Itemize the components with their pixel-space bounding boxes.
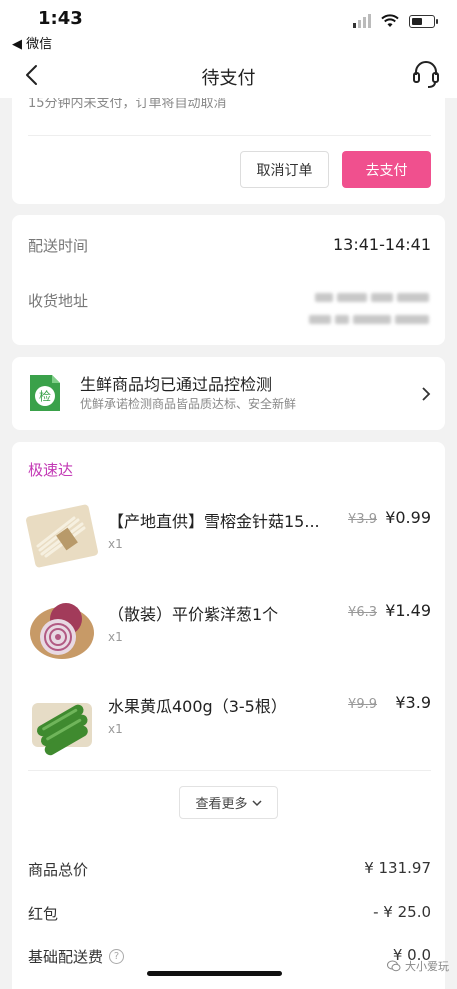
customer-service-icon[interactable] [411, 59, 441, 91]
summary-value: - ¥ 25.0 [373, 903, 431, 921]
summary-row-red-packet: 红包 - ¥ 25.0 [28, 903, 431, 925]
blurred-address [309, 291, 431, 331]
quality-title: 生鲜商品均已通过品控检测 [80, 375, 273, 394]
delivery-time-value: 13:41-14:41 [333, 235, 431, 254]
battery-icon [409, 14, 438, 28]
back-to-wechat-link[interactable]: ◀ 微信 [12, 33, 52, 52]
nav-bar: 待支付 [0, 54, 457, 98]
item-quantity: x1 [108, 537, 123, 551]
wechat-logo-icon [387, 960, 401, 972]
item-original-price: ¥9.9 [348, 697, 377, 712]
status-bar: 1:43 ◀ 微信 [0, 0, 457, 54]
list-item[interactable]: （散装）平价紫洋葱1个 x1 ¥6.3 ¥1.49 [12, 593, 445, 673]
chevron-right-icon [422, 387, 431, 401]
summary-row-delivery-fee: 基础配送费 ? ¥ 0.0 [28, 946, 431, 968]
delivery-time-label: 配送时间 [28, 237, 89, 255]
pay-button[interactable]: 去支付 [342, 151, 431, 188]
summary-label: 基础配送费 [28, 948, 104, 966]
watermark-text: 大小爱玩 [405, 960, 449, 973]
page-title: 待支付 [201, 68, 256, 89]
address-label: 收货地址 [28, 292, 89, 310]
cancel-order-button[interactable]: 取消订单 [240, 151, 329, 188]
item-name: （散装）平价紫洋葱1个 [108, 605, 279, 624]
wifi-icon [381, 14, 399, 27]
divider [28, 135, 431, 136]
enoki-mushroom-image [26, 504, 98, 568]
order-items-card: 极速达 【产地直供】雪榕金针菇15... x1 ¥3.9 ¥0.99 （散装）平… [12, 442, 445, 989]
view-more-button[interactable]: 查看更多 [179, 786, 278, 819]
divider [28, 770, 431, 771]
chevron-down-icon [251, 799, 262, 806]
status-time: 1:43 [38, 8, 83, 29]
order-action-card: 15分钟内未支付，订单将自动取消 取消订单 去支付 [12, 98, 445, 204]
quality-check-card[interactable]: 检 生鲜商品均已通过品控检测 优鲜承诺检测商品皆品质达标、安全新鲜 [12, 357, 445, 430]
summary-label: 商品总价 [28, 861, 89, 879]
summary-label: 红包 [28, 905, 59, 923]
red-onion-image [30, 603, 94, 659]
status-icons [353, 14, 438, 28]
item-name: 水果黄瓜400g（3-5根） [108, 697, 287, 716]
summary-row-subtotal: 商品总价 ¥ 131.97 [28, 859, 431, 881]
help-icon[interactable]: ? [109, 949, 125, 964]
quality-icon-text: 检 [39, 389, 51, 404]
cucumber-image [32, 703, 92, 756]
item-quantity: x1 [108, 722, 123, 736]
summary-label-wrap: 基础配送费 ? [28, 946, 125, 967]
item-original-price: ¥6.3 [348, 605, 377, 620]
item-original-price: ¥3.9 [348, 512, 377, 527]
watermark: 大小爱玩 [387, 958, 449, 974]
express-delivery-tag: 极速达 [28, 461, 74, 479]
item-price: ¥0.99 [385, 508, 431, 527]
summary-value: ¥ 131.97 [364, 859, 431, 877]
list-item[interactable]: 【产地直供】雪榕金针菇15... x1 ¥3.9 ¥0.99 [12, 500, 445, 580]
delivery-info-card: 配送时间 13:41-14:41 收货地址 [12, 215, 445, 345]
view-more-label: 查看更多 [195, 797, 248, 812]
list-item[interactable]: 水果黄瓜400g（3-5根） x1 ¥9.9 ¥3.9 [12, 685, 445, 765]
quality-check-icon: 检 [30, 375, 60, 411]
item-price: ¥3.9 [395, 693, 431, 712]
home-indicator [147, 971, 282, 976]
item-name: 【产地直供】雪榕金针菇15... [108, 512, 320, 531]
signal-icon [353, 14, 371, 28]
quality-subtitle: 优鲜承诺检测商品皆品质达标、安全新鲜 [80, 397, 297, 411]
item-price: ¥1.49 [385, 601, 431, 620]
payment-timeout-notice: 15分钟内未支付，订单将自动取消 [28, 98, 227, 111]
item-quantity: x1 [108, 630, 123, 644]
